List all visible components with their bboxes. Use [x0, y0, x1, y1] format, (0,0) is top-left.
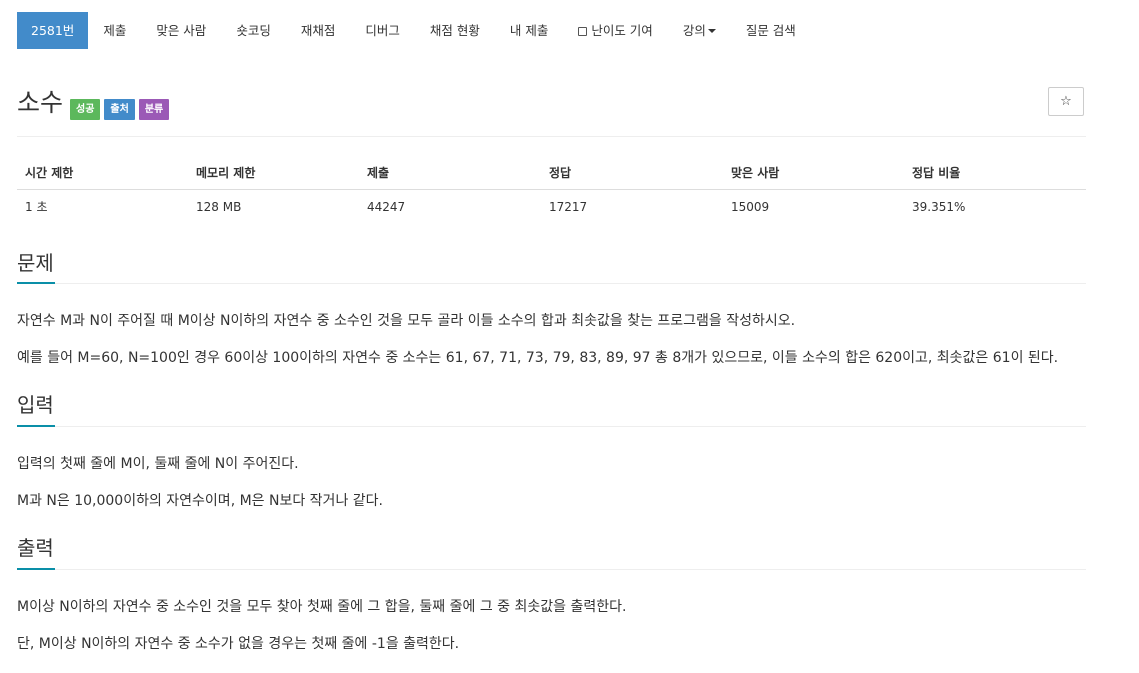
nav-tab-question-search[interactable]: 질문 검색 — [731, 12, 811, 49]
external-link-icon — [578, 27, 588, 36]
nav-tab-difficulty-label: 난이도 기여 — [591, 23, 653, 38]
table-row: 1 초 128 MB 44247 17217 15009 39.351% — [17, 190, 1086, 224]
cell-accept-ratio: 39.351% — [912, 199, 966, 214]
caret-down-icon — [707, 29, 716, 33]
favorite-star-button[interactable]: ☆ — [1048, 87, 1084, 116]
output-paragraph: 단, M이상 N이하의 자연수 중 소수가 없을 경우는 첫째 줄에 -1을 출… — [17, 636, 460, 652]
nav-tab-problem[interactable]: 2581번 — [17, 12, 89, 49]
nav-tab-rejudge[interactable]: 재채점 — [286, 12, 351, 49]
badge-source[interactable]: 출처 — [104, 98, 135, 120]
header-accept-ratio: 정답 비율 — [904, 156, 1086, 190]
nav-tab-lectures-label: 강의 — [682, 23, 706, 38]
header-time-limit: 시간 제한 — [17, 156, 188, 190]
section-heading-output: 출력 — [17, 536, 54, 560]
input-paragraph: 입력의 첫째 줄에 M이, 둘째 줄에 N이 주어진다. — [17, 456, 299, 472]
section-heading-input: 입력 — [17, 393, 54, 417]
section-accent-bar — [17, 568, 55, 570]
nav-tab-solved-users[interactable]: 맞은 사람 — [141, 12, 221, 49]
section-accent-bar — [17, 425, 55, 427]
nav-tab-short-coding[interactable]: 숏코딩 — [221, 12, 286, 49]
header-solved-users: 맞은 사람 — [723, 156, 904, 190]
problem-info-table: 시간 제한 메모리 제한 제출 정답 맞은 사람 정답 비율 1 초 128 M… — [17, 156, 1086, 223]
section-heading-description: 문제 — [17, 251, 54, 275]
input-paragraph: M과 N은 10,000이하의 자연수이며, M은 N보다 작거나 같다. — [17, 493, 383, 509]
nav-tab-submit[interactable]: 제출 — [88, 12, 141, 49]
badge-category[interactable]: 분류 — [138, 98, 170, 120]
cell-time-limit: 1 초 — [25, 200, 48, 214]
cell-submissions: 44247 — [367, 199, 406, 214]
cell-solved-users: 15009 — [731, 199, 770, 214]
description-paragraph: 자연수 M과 N이 주어질 때 M이상 N이하의 자연수 중 소수인 것을 모두… — [17, 313, 796, 329]
nav-tab-my-submissions[interactable]: 내 제출 — [495, 12, 563, 49]
problem-title-row: 소수 성공 출처 분류 — [17, 86, 173, 120]
nav-tab-debug[interactable]: 디버그 — [350, 12, 415, 49]
cell-accepted: 17217 — [549, 199, 588, 214]
section-divider — [17, 426, 1086, 427]
problem-nav: 2581번 제출 맞은 사람 숏코딩 재채점 디버그 채점 현황 내 제출 난이… — [17, 12, 811, 49]
section-divider — [17, 283, 1086, 284]
badge-success[interactable]: 성공 — [70, 98, 101, 120]
header-submissions: 제출 — [359, 156, 541, 190]
page-title: 소수 — [17, 88, 64, 117]
description-paragraph: 예를 들어 M=60, N=100인 경우 60이상 100이하의 자연수 중 … — [17, 350, 1059, 366]
header-memory-limit: 메모리 제한 — [188, 156, 359, 190]
section-divider — [17, 569, 1086, 570]
header-accepted: 정답 — [541, 156, 723, 190]
nav-tab-lectures[interactable]: 강의 — [668, 12, 731, 49]
title-divider — [17, 136, 1086, 137]
nav-tab-difficulty-contribution[interactable]: 난이도 기여 — [563, 12, 667, 49]
table-header-row: 시간 제한 메모리 제한 제출 정답 맞은 사람 정답 비율 — [17, 156, 1086, 190]
star-icon: ☆ — [1060, 94, 1072, 109]
cell-memory-limit: 128 MB — [196, 199, 242, 214]
output-paragraph: M이상 N이하의 자연수 중 소수인 것을 모두 찾아 첫째 줄에 그 합을, … — [17, 599, 627, 615]
section-accent-bar — [17, 282, 55, 284]
nav-tab-status[interactable]: 채점 현황 — [415, 12, 495, 49]
